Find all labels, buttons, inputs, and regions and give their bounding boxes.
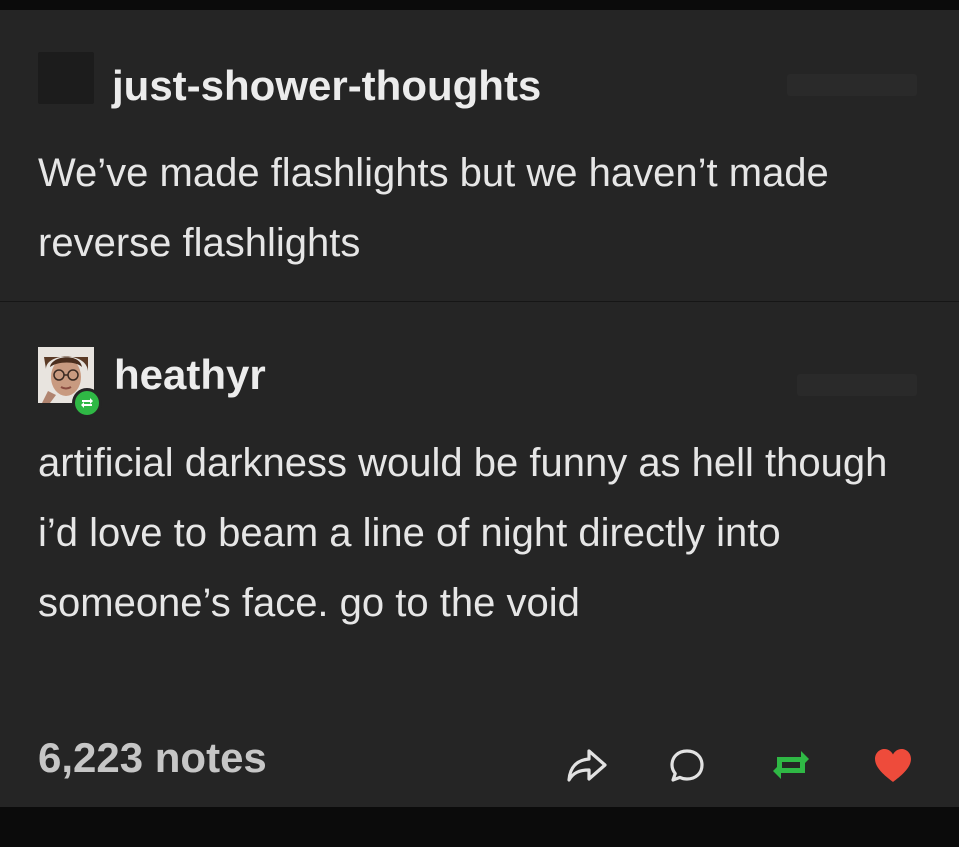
blog-name-link[interactable]: just-shower-thoughts <box>112 62 541 110</box>
reblog-button[interactable] <box>768 742 814 788</box>
post-body-text: artificial darkness would be funny as he… <box>38 441 888 625</box>
original-post: just-shower-thoughts We’ve made flashlig… <box>0 10 959 301</box>
reblog-badge-icon <box>72 388 102 418</box>
post-footer: 6,223 notes <box>0 722 959 802</box>
bottom-strip <box>0 807 959 847</box>
share-button[interactable] <box>564 742 610 788</box>
notes-count[interactable]: 6,223 notes <box>38 734 267 782</box>
follow-link[interactable] <box>787 74 917 96</box>
blog-name-link[interactable]: heathyr <box>114 351 266 399</box>
reblog-post: heathyr artificial darkness would be fun… <box>0 302 959 807</box>
heart-icon <box>875 749 911 782</box>
reply-button[interactable] <box>664 742 710 788</box>
post-body-text: We’ve made flashlights but we haven’t ma… <box>38 151 829 265</box>
avatar[interactable] <box>38 52 94 104</box>
like-button[interactable] <box>870 742 916 788</box>
follow-link[interactable] <box>797 374 917 396</box>
post-card: just-shower-thoughts We’ve made flashlig… <box>0 10 959 807</box>
speech-bubble-icon <box>670 749 704 782</box>
screenshot-frame: just-shower-thoughts We’ve made flashlig… <box>0 0 959 847</box>
reblog-arrows-icon <box>773 751 809 779</box>
share-arrow-icon <box>567 749 607 782</box>
